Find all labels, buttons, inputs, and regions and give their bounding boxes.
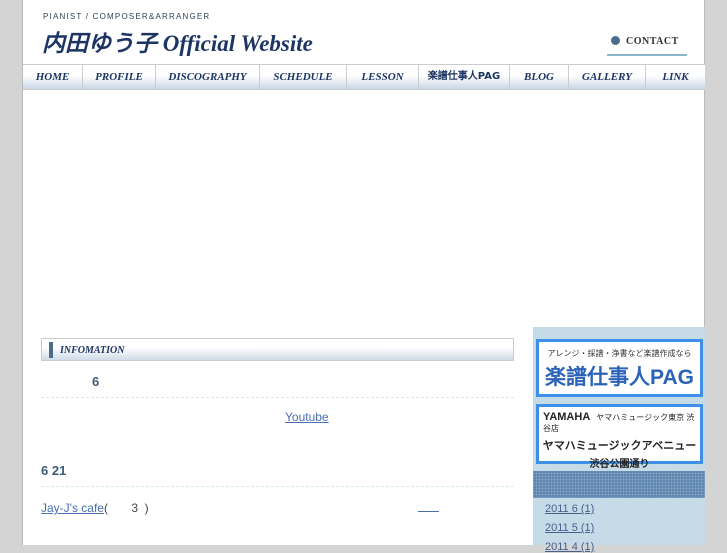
yamaha-banner[interactable]: YAMAHA ヤマハミュージック東京 渋谷店 ヤマハミュージックアベニュー 渋谷公… [536, 404, 703, 470]
nav-home[interactable]: HOME [23, 65, 83, 89]
banner-line1: ヤマハミュージックアベニュー [542, 440, 697, 452]
banner-title: 楽譜仕事人PAG [545, 366, 694, 389]
archive-link[interactable]: 2011 6 (1) [545, 503, 594, 515]
divider [41, 486, 514, 487]
yamaha-logo: YAMAHA [543, 411, 591, 423]
contact-label: CONTACT [626, 36, 679, 47]
info-heading: INFOMATION [41, 338, 514, 361]
main-nav: HOME PROFILE DISCOGRAPHY SCHEDULE LESSON… [23, 64, 705, 90]
site-logo[interactable]: 内田ゆう子 Official Website [42, 24, 313, 58]
youtube-link[interactable]: Youtube [285, 410, 329, 424]
link-underline[interactable] [418, 511, 439, 512]
archive-link[interactable]: 2011 5 (1) [545, 522, 594, 534]
entry-body: Jay-J's cafe( 3 ) [41, 499, 149, 517]
divider [41, 397, 514, 398]
contact-link[interactable]: CONTACT [607, 36, 687, 56]
banner-line2: 渋谷公園通り [589, 459, 650, 470]
nav-gallery[interactable]: GALLERY [569, 65, 646, 89]
banner-subtitle: アレンジ・採譜・浄書など楽譜作成なら [547, 349, 692, 358]
archive-link[interactable]: 2011 4 (1) [545, 541, 594, 553]
pag-banner[interactable]: アレンジ・採譜・浄書など楽譜作成なら 楽譜仕事人PAG [536, 339, 703, 397]
entry-date: 6 21 [41, 463, 67, 478]
heading-bar [49, 342, 53, 358]
jayj-cafe-link[interactable]: Jay-J's cafe [41, 501, 104, 515]
nav-schedule[interactable]: SCHEDULE [260, 65, 347, 89]
nav-discography[interactable]: DISCOGRAPHY [156, 65, 260, 89]
nav-link[interactable]: LINK [646, 65, 705, 89]
archive-heading-bar [533, 471, 705, 498]
sidebar: アレンジ・採譜・浄書など楽譜作成なら 楽譜仕事人PAG YAMAHA ヤマハミュー… [533, 327, 705, 553]
page-container: PIANIST / COMPOSER&ARRANGER 内田ゆう子 Offici… [22, 0, 705, 553]
entry-date: 6 [92, 374, 100, 389]
nav-blog[interactable]: BLOG [510, 65, 569, 89]
entry-text: ( 3 ) [103, 501, 149, 515]
yamaha-row: YAMAHA ヤマハミュージック東京 渋谷店 [539, 411, 700, 434]
info-heading-label: INFOMATION [60, 345, 125, 356]
arrow-circle-icon [611, 36, 620, 45]
nav-lesson[interactable]: LESSON [347, 65, 419, 89]
nav-pag[interactable]: 楽譜仕事人PAG [419, 65, 510, 89]
nav-profile[interactable]: PROFILE [83, 65, 156, 89]
tagline: PIANIST / COMPOSER&ARRANGER [43, 12, 211, 21]
